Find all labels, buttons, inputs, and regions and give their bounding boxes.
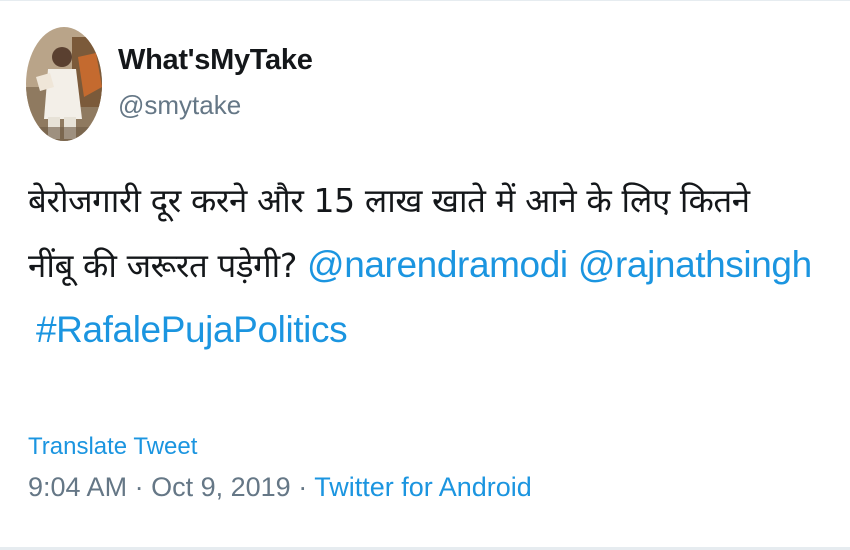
mention-link[interactable]: @rajnathsingh (578, 244, 812, 285)
hashtag-link[interactable]: #RafalePujaPolitics (36, 309, 348, 350)
meta-separator: · (134, 472, 144, 502)
tweet-text-segment: नींबू की जरूरत पड़ेगी? (28, 246, 297, 285)
tweet-card: What'sMyTake @smytake बेरोजगारी दूर करने… (0, 0, 850, 550)
tweet-text-line-2: नींबू की जरूरत पड़ेगी? @narendramodi @ra… (28, 233, 843, 298)
author-handle[interactable]: @smytake (118, 90, 241, 121)
tweet-text-line-3: #RafalePujaPolitics (28, 298, 843, 363)
tweet-text: बेरोजगारी दूर करने और 15 लाख खाते में आन… (28, 169, 843, 363)
translate-tweet-link[interactable]: Translate Tweet (28, 433, 197, 461)
avatar-image (26, 27, 102, 141)
avatar[interactable] (26, 27, 102, 141)
meta-separator: · (298, 472, 308, 502)
tweet-metadata: 9:04 AM · Oct 9, 2019 · Twitter for Andr… (28, 472, 532, 503)
mention-link[interactable]: @narendramodi (307, 244, 568, 285)
author-display-name[interactable]: What'sMyTake (118, 44, 313, 77)
tweet-text-line-1: बेरोजगारी दूर करने और 15 लाख खाते में आन… (28, 181, 750, 220)
tweet-date[interactable]: Oct 9, 2019 (151, 472, 291, 502)
tweet-source-link[interactable]: Twitter for Android (314, 472, 532, 502)
tweet-time[interactable]: 9:04 AM (28, 472, 127, 502)
